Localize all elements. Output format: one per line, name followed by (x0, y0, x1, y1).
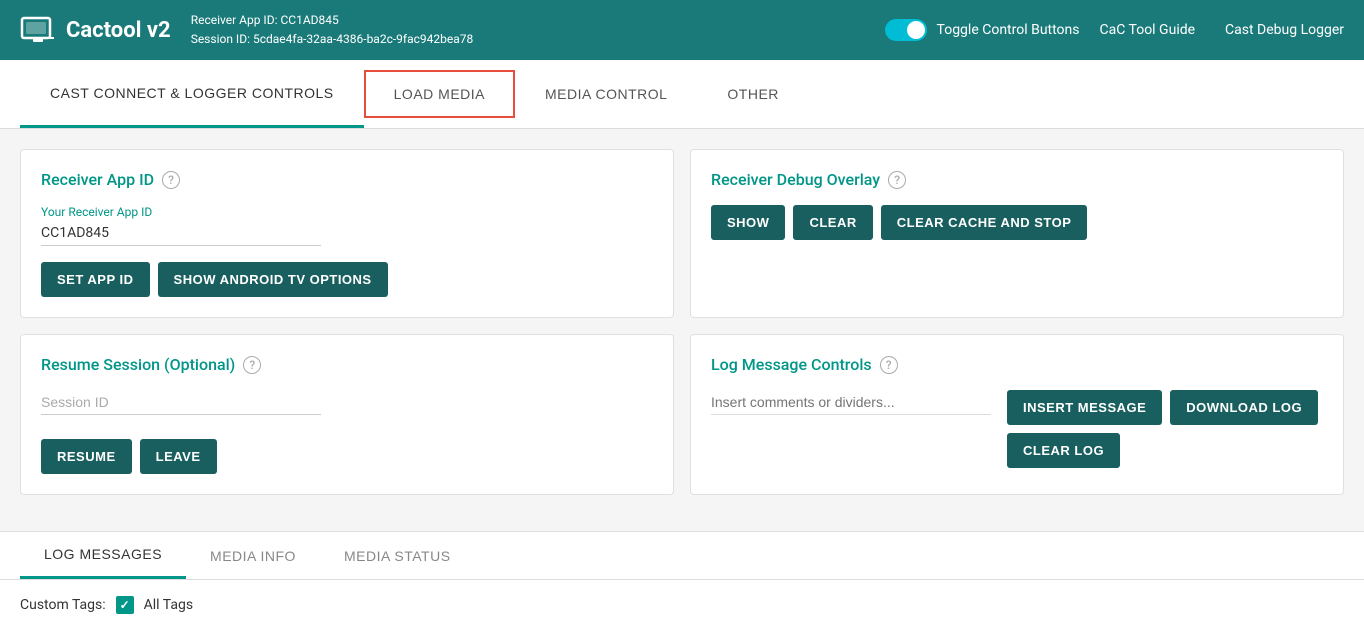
tab-other[interactable]: OTHER (697, 60, 809, 128)
resume-session-title: Resume Session (Optional) ? (41, 355, 653, 374)
show-android-tv-button[interactable]: SHOW ANDROID TV OPTIONS (158, 262, 388, 297)
receiver-app-id-value: CC1AD845 (41, 221, 321, 246)
receiver-debug-buttons: SHOW CLEAR CLEAR CACHE AND STOP (711, 205, 1323, 240)
log-tab-media-status[interactable]: MEDIA STATUS (320, 532, 475, 579)
insert-message-button[interactable]: INSERT MESSAGE (1007, 390, 1162, 425)
tab-load-media[interactable]: LOAD MEDIA (364, 70, 515, 118)
logo: Cactool v2 (20, 12, 171, 48)
receiver-app-id-panel: Receiver App ID ? Your Receiver App ID C… (20, 149, 674, 318)
log-nav: LOG MESSAGES MEDIA INFO MEDIA STATUS (0, 532, 1364, 580)
clear-log-button[interactable]: CLEAR LOG (1007, 433, 1120, 468)
bottom-panels-row: Resume Session (Optional) ? RESUME LEAVE… (20, 334, 1344, 495)
app-header: Cactool v2 Receiver App ID: CC1AD845 Ses… (0, 0, 1364, 60)
top-panels-row: Receiver App ID ? Your Receiver App ID C… (20, 149, 1344, 318)
leave-button[interactable]: LEAVE (140, 439, 217, 474)
log-controls-row: INSERT MESSAGE DOWNLOAD LOG CLEAR LOG (711, 390, 1323, 468)
resume-session-help-icon[interactable]: ? (243, 356, 261, 374)
log-message-controls-title: Log Message Controls ? (711, 355, 1323, 374)
log-message-controls-panel: Log Message Controls ? INSERT MESSAGE DO… (690, 334, 1344, 495)
log-controls-buttons: INSERT MESSAGE DOWNLOAD LOG CLEAR LOG (1007, 390, 1318, 468)
log-top-buttons: INSERT MESSAGE DOWNLOAD LOG (1007, 390, 1318, 425)
tab-cast-connect[interactable]: CAST CONNECT & LOGGER CONTROLS (20, 60, 364, 128)
resume-session-panel: Resume Session (Optional) ? RESUME LEAVE (20, 334, 674, 495)
header-info: Receiver App ID: CC1AD845 Session ID: 5c… (191, 11, 865, 49)
main-content: Receiver App ID ? Your Receiver App ID C… (0, 129, 1364, 531)
header-links: CaC Tool Guide Cast Debug Logger (1100, 22, 1345, 38)
resume-session-buttons: RESUME LEAVE (41, 439, 653, 474)
log-tab-media-info[interactable]: MEDIA INFO (186, 532, 320, 579)
log-content: Custom Tags: All Tags (0, 580, 1364, 630)
toggle-label: Toggle Control Buttons (937, 22, 1080, 38)
receiver-app-id-info: Receiver App ID: CC1AD845 (191, 11, 865, 30)
custom-tags-label: Custom Tags: (20, 597, 106, 613)
receiver-debug-title: Receiver Debug Overlay ? (711, 170, 1323, 189)
log-section: LOG MESSAGES MEDIA INFO MEDIA STATUS Cus… (0, 531, 1364, 630)
log-controls-help-icon[interactable]: ? (880, 356, 898, 374)
comment-input[interactable] (711, 390, 991, 415)
cast-debug-logger-link[interactable]: Cast Debug Logger (1225, 22, 1344, 38)
resume-button[interactable]: RESUME (41, 439, 132, 474)
show-debug-button[interactable]: SHOW (711, 205, 785, 240)
cac-tool-guide-link[interactable]: CaC Tool Guide (1100, 22, 1196, 38)
receiver-debug-help-icon[interactable]: ? (888, 171, 906, 189)
custom-tags-row: Custom Tags: All Tags (20, 596, 1344, 614)
clear-cache-stop-button[interactable]: CLEAR CACHE AND STOP (881, 205, 1088, 240)
receiver-app-id-title: Receiver App ID ? (41, 170, 653, 189)
all-tags-checkbox[interactable] (116, 596, 134, 614)
receiver-app-help-icon[interactable]: ? (162, 171, 180, 189)
receiver-debug-panel: Receiver Debug Overlay ? SHOW CLEAR CLEA… (690, 149, 1344, 318)
download-log-button[interactable]: DOWNLOAD LOG (1170, 390, 1318, 425)
set-app-id-button[interactable]: SET APP ID (41, 262, 150, 297)
toggle-switch[interactable] (885, 19, 927, 41)
receiver-app-buttons: SET APP ID SHOW ANDROID TV OPTIONS (41, 262, 653, 297)
main-nav: CAST CONNECT & LOGGER CONTROLS LOAD MEDI… (0, 60, 1364, 129)
session-id-input[interactable] (41, 390, 321, 415)
logo-text: Cactool v2 (66, 18, 171, 43)
toggle-area[interactable]: Toggle Control Buttons (885, 19, 1080, 41)
log-tab-messages[interactable]: LOG MESSAGES (20, 532, 186, 579)
receiver-app-field-label: Your Receiver App ID (41, 205, 653, 219)
all-tags-label: All Tags (144, 597, 193, 613)
clear-debug-button[interactable]: CLEAR (793, 205, 872, 240)
cast-logo-icon (20, 12, 56, 48)
tab-media-control[interactable]: MEDIA CONTROL (515, 60, 697, 128)
session-id-info: Session ID: 5cdae4fa-32aa-4386-ba2c-9fac… (191, 30, 865, 49)
